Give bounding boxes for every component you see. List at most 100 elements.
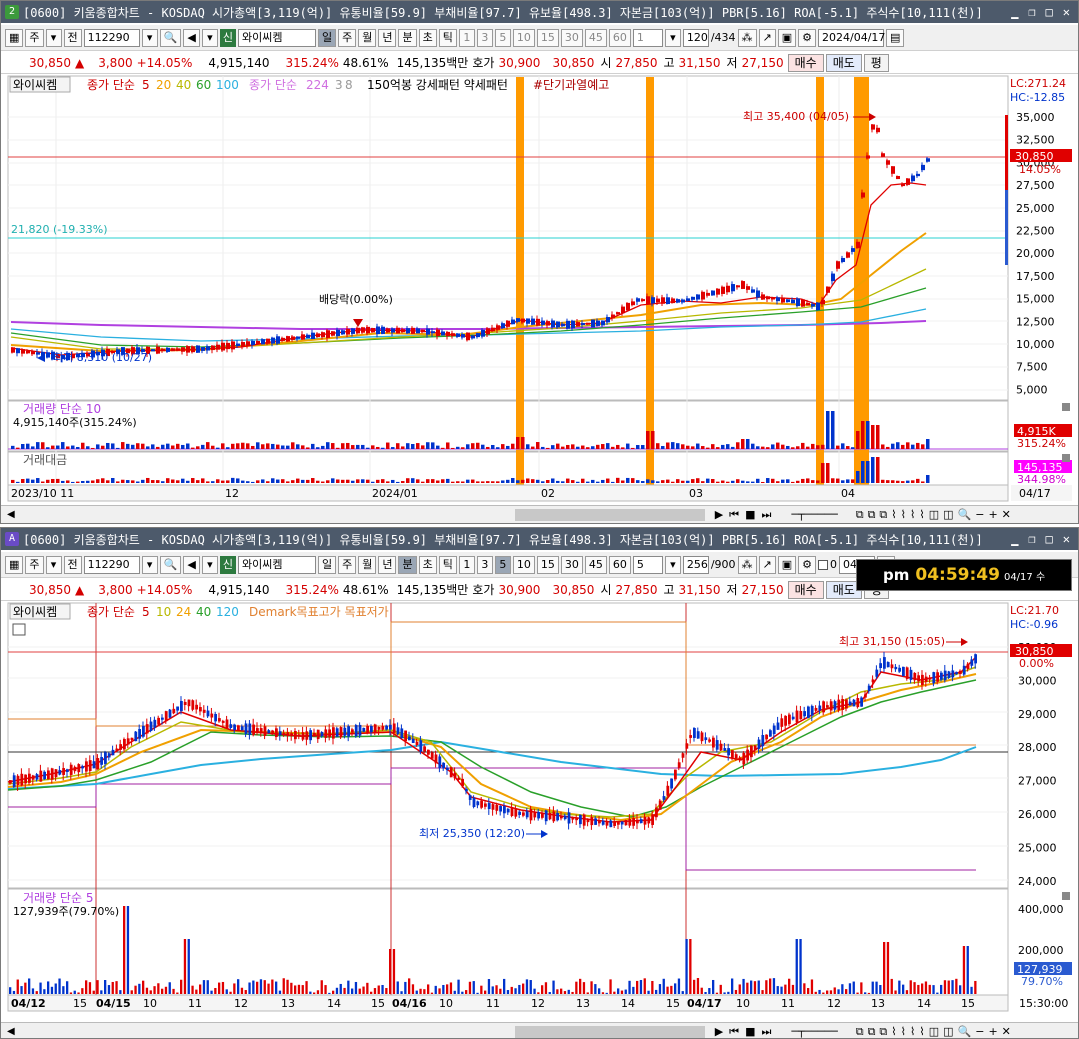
period-second-button[interactable]: 초 [418, 555, 437, 574]
drawing-tools[interactable]: ⧉⧉⧉⌇⌇⌇⌇◫◫🔍−+✕ [856, 1025, 1015, 1039]
interval-select[interactable]: 5 [632, 555, 663, 574]
period-tick-button[interactable]: 틱 [438, 28, 457, 47]
period-day-button[interactable]: 일 [317, 28, 337, 47]
maximize-icon[interactable]: □ [1046, 5, 1053, 19]
period-tick-button[interactable]: 틱 [438, 555, 457, 574]
minimize-icon[interactable]: ▁ [1011, 5, 1018, 19]
scroll-left-icon[interactable]: ◀ [7, 1026, 15, 1037]
indicator-icon[interactable]: ⁂ [737, 28, 757, 47]
period-minute-button[interactable]: 분 [398, 28, 417, 47]
period-minute-button[interactable]: 분 [398, 555, 417, 574]
restore-icon[interactable]: ❐ [1028, 532, 1035, 546]
daily-chart-svg[interactable]: 최고 35,400 (04/05) 최저 8,310 (10/27) 배당락(0… [1, 75, 1078, 505]
window-titlebar[interactable]: A [0600] 키움종합차트 - KOSDAQ 시가총액[3,119(억)] … [1, 528, 1078, 550]
sound-icon[interactable]: ◀ [183, 28, 200, 47]
buy-button[interactable]: 매수 [787, 53, 824, 72]
sell-button[interactable]: 매도 [825, 53, 862, 72]
legend-stock-name[interactable]: 와이씨켐 [13, 605, 57, 619]
dropdown-icon[interactable]: ▾ [664, 555, 681, 574]
draw-icon[interactable]: ↗ [758, 28, 776, 47]
save-icon[interactable]: ▣ [777, 28, 797, 47]
interval-5-button[interactable]: 5 [494, 555, 511, 574]
legend-alert[interactable]: #단기과열예고 [533, 78, 609, 92]
maximize-icon[interactable]: □ [1046, 532, 1053, 546]
dropdown-icon[interactable]: ▾ [201, 555, 218, 574]
interval-3-button[interactable]: 3 [476, 28, 493, 47]
scroll-left-icon[interactable]: ◀ [7, 509, 15, 520]
interval-45-button[interactable]: 45 [584, 28, 607, 47]
period-day-button[interactable]: 일 [317, 555, 337, 574]
panel-close-icon[interactable] [1062, 892, 1070, 900]
close-icon[interactable]: ✕ [1063, 5, 1070, 19]
period-month-button[interactable]: 월 [358, 555, 377, 574]
search-icon[interactable]: 🔍 [159, 555, 182, 574]
interval-3-button[interactable]: 3 [476, 555, 493, 574]
indicator-icon[interactable]: ⁂ [737, 555, 757, 574]
legend-stock-name[interactable]: 와이씨켐 [13, 78, 57, 92]
playback-controls[interactable]: ▶⏮■⏭ [715, 1025, 778, 1039]
market-select[interactable]: 전 [63, 555, 82, 574]
panel-close-icon[interactable] [1062, 454, 1070, 462]
legend-ma-label[interactable]: 종가 단순 [87, 78, 135, 92]
stock-code-input[interactable]: 112290 [83, 555, 140, 574]
dropdown-icon[interactable]: ▾ [664, 28, 681, 47]
scroll-thumb[interactable] [514, 508, 705, 521]
stock-name-field[interactable]: 와이씨켐 [237, 555, 316, 574]
buy-button[interactable]: 매수 [787, 580, 824, 599]
legend-ma2-label[interactable]: 종가 단순 [249, 78, 297, 92]
grid-toggle-icon[interactable] [12, 623, 26, 636]
zoom-slider[interactable]: ─┬───── [791, 1025, 837, 1038]
minimize-icon[interactable]: ▁ [1011, 532, 1018, 546]
period-week-button[interactable]: 주 [338, 555, 357, 574]
restore-icon[interactable]: ❐ [1028, 5, 1035, 19]
period-year-button[interactable]: 년 [378, 555, 397, 574]
code-dropdown-icon[interactable]: ▾ [141, 28, 158, 47]
layout-button[interactable]: ▦ [5, 28, 24, 47]
scroll-thumb[interactable] [514, 1025, 705, 1038]
interval-30-button[interactable]: 30 [560, 555, 583, 574]
drawing-tools[interactable]: ⧉⧉⧉⌇⌇⌇⌇◫◫🔍−+✕ [856, 508, 1015, 522]
mode-select[interactable]: 주 [25, 28, 44, 47]
market-select[interactable]: 전 [63, 28, 82, 47]
eval-button[interactable]: 평 [863, 53, 889, 72]
mode-select[interactable]: 주 [25, 555, 44, 574]
minute-chart-area[interactable]: 최고 31,150 (15:05) 최저 25,350 (12:20) 와이씨켐… [1, 602, 1078, 1022]
period-week-button[interactable]: 주 [338, 28, 357, 47]
save-icon[interactable]: ▣ [777, 555, 797, 574]
checkbox[interactable] [818, 559, 829, 570]
interval-30-button[interactable]: 30 [560, 28, 583, 47]
minute-chart-svg[interactable]: 최고 31,150 (15:05) 최저 25,350 (12:20) 와이씨켐… [1, 602, 1078, 1022]
draw-icon[interactable]: ↗ [758, 555, 776, 574]
close-icon[interactable]: ✕ [1063, 532, 1070, 546]
interval-1-button[interactable]: 1 [458, 28, 475, 47]
interval-1-button[interactable]: 1 [458, 555, 475, 574]
panel-close-icon[interactable] [1062, 403, 1070, 411]
legend-pattern[interactable]: 150억봉 강세패턴 약세패턴 [367, 77, 508, 92]
interval-10-button[interactable]: 10 [512, 28, 535, 47]
dropdown-icon[interactable]: ▾ [45, 28, 62, 47]
interval-10-button[interactable]: 10 [512, 555, 535, 574]
legend-ma-label[interactable]: 종가 단순 [87, 605, 135, 619]
interval-select[interactable]: 1 [632, 28, 663, 47]
interval-15-button[interactable]: 15 [536, 28, 559, 47]
layout-button[interactable]: ▦ [5, 555, 24, 574]
interval-5-button[interactable]: 5 [494, 28, 511, 47]
sound-icon[interactable]: ◀ [183, 555, 200, 574]
legend-demark[interactable]: Demark목표고가 목표저가 [249, 605, 389, 619]
bar-count-input[interactable]: 120 [682, 28, 709, 47]
gear-icon[interactable]: ⚙ [798, 555, 817, 574]
interval-60-button[interactable]: 60 [608, 28, 631, 47]
search-icon[interactable]: 🔍 [159, 28, 182, 47]
scrollbar[interactable]: ◀ ▶⏮■⏭ ─┬───── ⧉⧉⧉⌇⌇⌇⌇◫◫🔍−+✕ [1, 505, 1078, 523]
interval-15-button[interactable]: 15 [536, 555, 559, 574]
dropdown-icon[interactable]: ▾ [201, 28, 218, 47]
zoom-slider[interactable]: ─┬───── [791, 508, 837, 521]
period-month-button[interactable]: 월 [358, 28, 377, 47]
stock-code-input[interactable]: 112290 [83, 28, 140, 47]
gear-icon[interactable]: ⚙ [798, 28, 817, 47]
dropdown-icon[interactable]: ▾ [45, 555, 62, 574]
window-titlebar[interactable]: 2 [0600] 키움종합차트 - KOSDAQ 시가총액[3,119(억)] … [1, 1, 1078, 23]
bar-count-input[interactable]: 256 [682, 555, 709, 574]
calendar-icon[interactable]: ▤ [886, 28, 905, 47]
stock-name-field[interactable]: 와이씨켐 [237, 28, 316, 47]
